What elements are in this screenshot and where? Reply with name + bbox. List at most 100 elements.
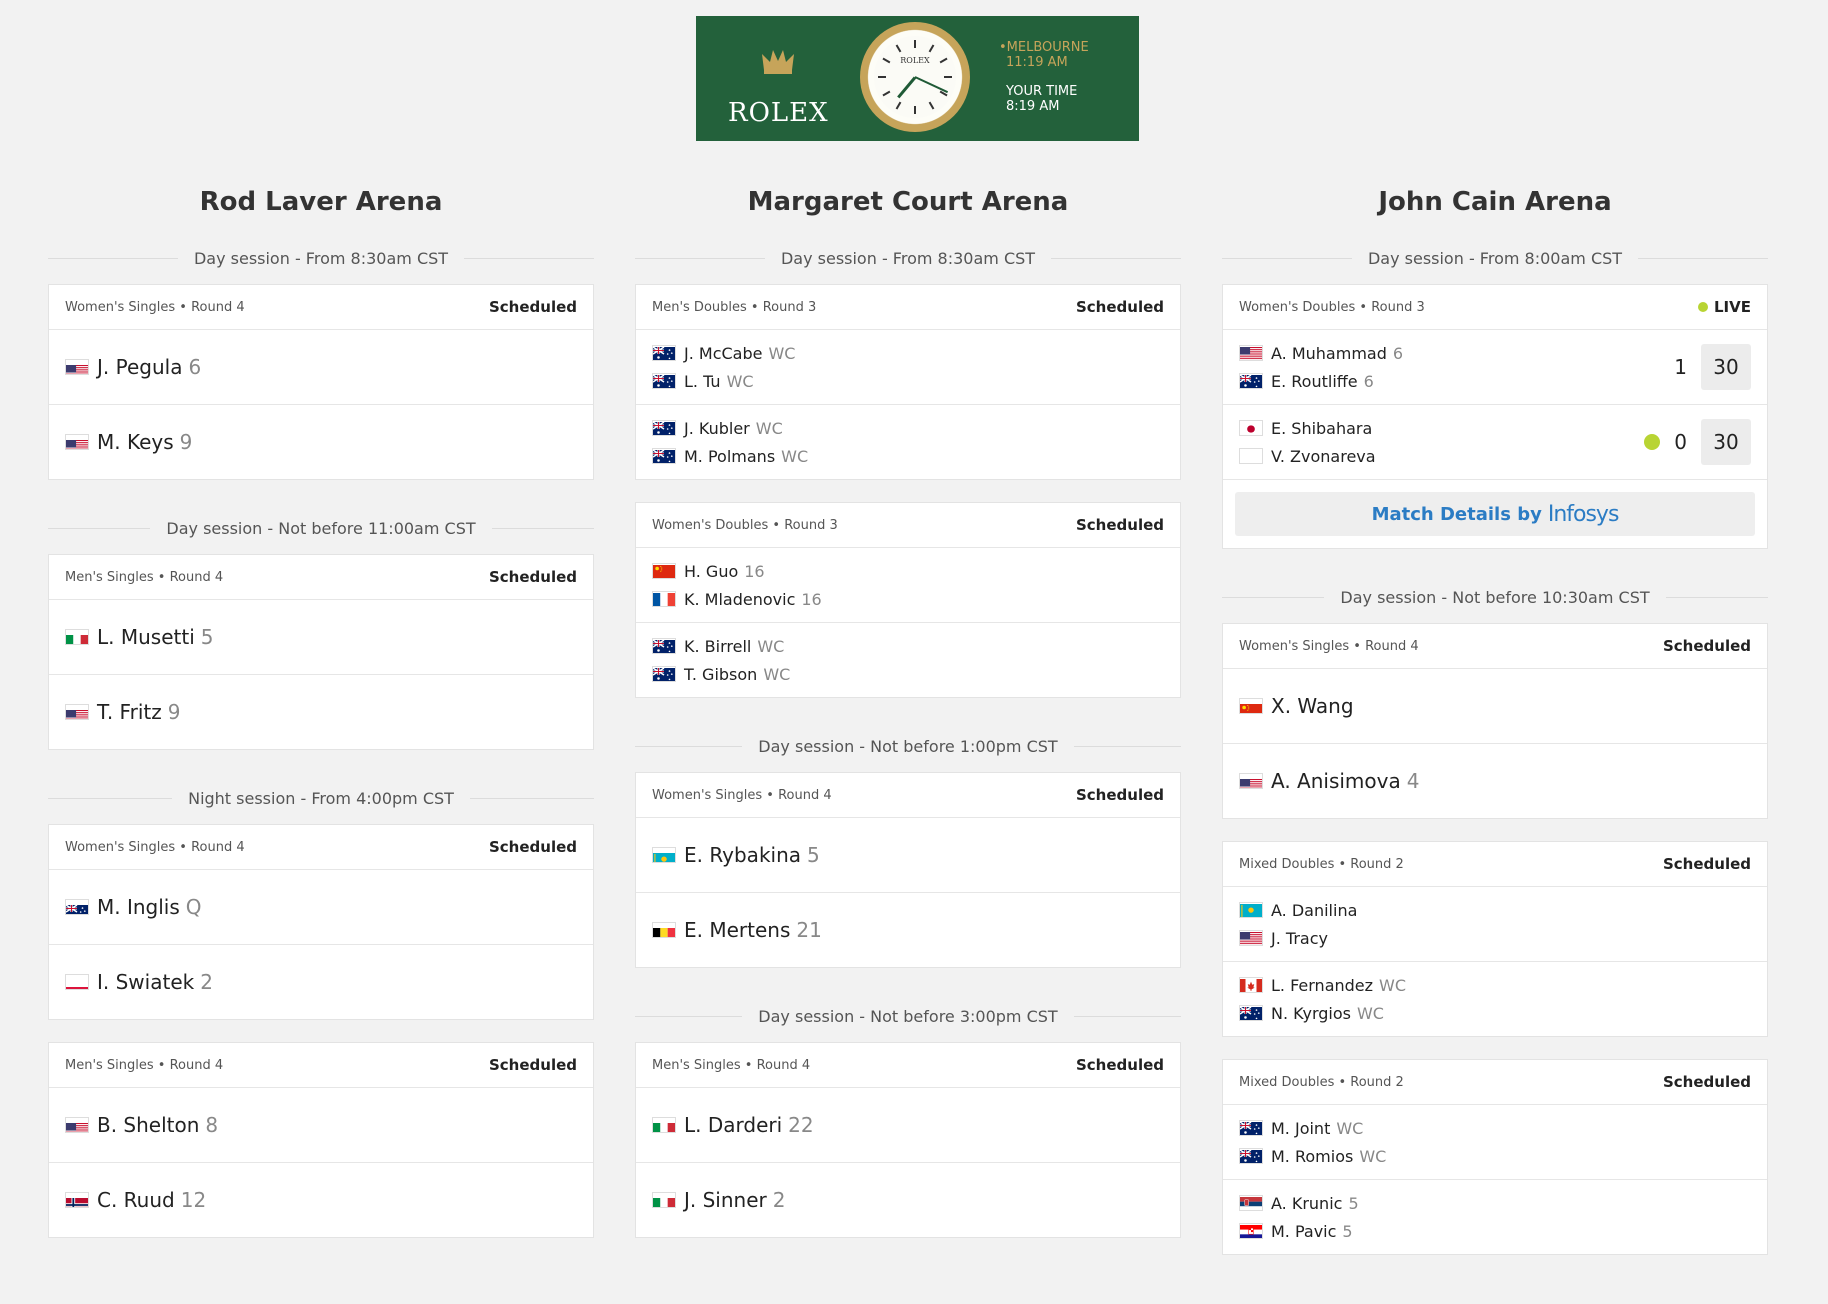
player-e-routliffe[interactable]: E. Routliffe 6 bbox=[1239, 367, 1674, 395]
player-name[interactable]: A. Anisimova bbox=[1271, 769, 1401, 793]
team-row[interactable]: C. Ruud 12 bbox=[49, 1163, 593, 1237]
team-row[interactable]: A. Anisimova 4 bbox=[1223, 744, 1767, 818]
match-card[interactable]: Women's Singles • Round 4 Scheduled X. Wan… bbox=[1222, 623, 1768, 819]
player-l-tu[interactable]: L. Tu WC bbox=[652, 367, 1164, 395]
player-name[interactable]: M. Romios bbox=[1271, 1147, 1353, 1166]
match-card[interactable]: Men's Singles • Round 4 Scheduled B. Shelt… bbox=[48, 1042, 594, 1238]
match-card[interactable]: Mixed Doubles • Round 2 Scheduled A. Danil… bbox=[1222, 841, 1768, 1037]
player-name[interactable]: L. Fernandez bbox=[1271, 976, 1373, 995]
player-m-pavic[interactable]: M. Pavic 5 bbox=[1239, 1217, 1751, 1245]
player-name[interactable]: M. Inglis bbox=[97, 895, 180, 919]
team-row[interactable]: H. Guo 16 K. Mladenovic 16 bbox=[636, 548, 1180, 623]
player-c-ruud[interactable]: C. Ruud 12 bbox=[65, 1186, 577, 1214]
player-name[interactable]: J. Sinner bbox=[684, 1188, 767, 1212]
player-t-fritz[interactable]: T. Fritz 9 bbox=[65, 698, 577, 726]
player-name[interactable]: E. Rybakina bbox=[684, 843, 801, 867]
team-row[interactable]: A. Krunic 5 M. Pavic 5 bbox=[1223, 1180, 1767, 1254]
team-row[interactable]: A. Muhammad 6 E. Routliffe 6 1 30 bbox=[1223, 330, 1767, 405]
player-name[interactable]: M. Polmans bbox=[684, 447, 775, 466]
player-name[interactable]: V. Zvonareva bbox=[1271, 447, 1376, 466]
player-name[interactable]: M. Pavic bbox=[1271, 1222, 1336, 1241]
player-name[interactable]: B. Shelton bbox=[97, 1113, 199, 1137]
player-m-romios[interactable]: M. Romios WC bbox=[1239, 1142, 1751, 1170]
player-k-birrell[interactable]: K. Birrell WC bbox=[652, 632, 1164, 660]
team-row[interactable]: J. Pegula 6 bbox=[49, 330, 593, 405]
player-m-keys[interactable]: M. Keys 9 bbox=[65, 428, 577, 456]
match-card[interactable]: Women's Singles • Round 4 Scheduled J. Peg… bbox=[48, 284, 594, 480]
match-card[interactable]: Women's Doubles • Round 3 Scheduled H. Guo… bbox=[635, 502, 1181, 698]
player-name[interactable]: K. Birrell bbox=[684, 637, 751, 656]
team-row[interactable]: L. Musetti 5 bbox=[49, 600, 593, 675]
player-name[interactable]: A. Danilina bbox=[1271, 901, 1357, 920]
player-name[interactable]: L. Darderi bbox=[684, 1113, 782, 1137]
player-name[interactable]: E. Shibahara bbox=[1271, 419, 1372, 438]
player-m-polmans[interactable]: M. Polmans WC bbox=[652, 442, 1164, 470]
player-name[interactable]: J. McCabe bbox=[684, 344, 762, 363]
team-row[interactable]: J. Kubler WC M. Polmans WC bbox=[636, 405, 1180, 479]
team-row[interactable]: J. Sinner 2 bbox=[636, 1163, 1180, 1237]
player-v-zvonareva[interactable]: V. Zvonareva bbox=[1239, 442, 1644, 470]
player-name[interactable]: E. Routliffe bbox=[1271, 372, 1358, 391]
team-row[interactable]: A. Danilina J. Tracy bbox=[1223, 887, 1767, 962]
match-card[interactable]: Men's Singles • Round 4 Scheduled L. Darde… bbox=[635, 1042, 1181, 1238]
player-name[interactable]: M. Keys bbox=[97, 430, 174, 454]
player-l-fernandez[interactable]: L. Fernandez WC bbox=[1239, 971, 1751, 999]
player-l-musetti[interactable]: L. Musetti 5 bbox=[65, 623, 577, 651]
player-a-muhammad[interactable]: A. Muhammad 6 bbox=[1239, 339, 1674, 367]
team-row[interactable]: M. Joint WC M. Romios WC bbox=[1223, 1105, 1767, 1180]
player-name[interactable]: N. Kyrgios bbox=[1271, 1004, 1351, 1023]
player-j-mccabe[interactable]: J. McCabe WC bbox=[652, 339, 1164, 367]
player-n-kyrgios[interactable]: N. Kyrgios WC bbox=[1239, 999, 1751, 1027]
team-row[interactable]: B. Shelton 8 bbox=[49, 1088, 593, 1163]
match-card[interactable]: Men's Doubles • Round 3 Scheduled J. McCab… bbox=[635, 284, 1181, 480]
player-e-shibahara[interactable]: E. Shibahara bbox=[1239, 414, 1644, 442]
player-l-darderi[interactable]: L. Darderi 22 bbox=[652, 1111, 1164, 1139]
player-b-shelton[interactable]: B. Shelton 8 bbox=[65, 1111, 577, 1139]
match-details-button[interactable]: Match Details by Infosys bbox=[1235, 492, 1755, 536]
player-t-gibson[interactable]: T. Gibson WC bbox=[652, 660, 1164, 688]
match-card[interactable]: Men's Singles • Round 4 Scheduled L. Muset… bbox=[48, 554, 594, 750]
player-i-swiatek[interactable]: I. Swiatek 2 bbox=[65, 968, 577, 996]
player-a-krunic[interactable]: A. Krunic 5 bbox=[1239, 1189, 1751, 1217]
team-row[interactable]: E. Rybakina 5 bbox=[636, 818, 1180, 893]
player-name[interactable]: X. Wang bbox=[1271, 694, 1354, 718]
player-name[interactable]: L. Tu bbox=[684, 372, 721, 391]
player-j-sinner[interactable]: J. Sinner 2 bbox=[652, 1186, 1164, 1214]
player-name[interactable]: J. Pegula bbox=[97, 355, 182, 379]
team-row[interactable]: T. Fritz 9 bbox=[49, 675, 593, 749]
player-e-rybakina[interactable]: E. Rybakina 5 bbox=[652, 841, 1164, 869]
player-name[interactable]: J. Tracy bbox=[1271, 929, 1328, 948]
rolex-banner[interactable]: ROLEX ROLEX •MELBOURNE 11:19 AM YOUR TIM… bbox=[696, 16, 1139, 141]
match-card[interactable]: Women's Doubles • Round 3 LIVE A. Muhammad… bbox=[1222, 284, 1768, 549]
player-k-mladenovic[interactable]: K. Mladenovic 16 bbox=[652, 585, 1164, 613]
team-row[interactable]: J. McCabe WC L. Tu WC bbox=[636, 330, 1180, 405]
team-row[interactable]: I. Swiatek 2 bbox=[49, 945, 593, 1019]
player-name[interactable]: C. Ruud bbox=[97, 1188, 175, 1212]
player-name[interactable]: I. Swiatek bbox=[97, 970, 194, 994]
team-row[interactable]: L. Fernandez WC N. Kyrgios WC bbox=[1223, 962, 1767, 1036]
match-card[interactable]: Women's Singles • Round 4 Scheduled M. Ing… bbox=[48, 824, 594, 1020]
team-row[interactable]: M. Keys 9 bbox=[49, 405, 593, 479]
player-name[interactable]: A. Krunic bbox=[1271, 1194, 1342, 1213]
match-card[interactable]: Women's Singles • Round 4 Scheduled E. Ryb… bbox=[635, 772, 1181, 968]
team-row[interactable]: E. Shibahara V. Zvonareva 0 30 bbox=[1223, 405, 1767, 480]
player-h-guo[interactable]: H. Guo 16 bbox=[652, 557, 1164, 585]
player-e-mertens[interactable]: E. Mertens 21 bbox=[652, 916, 1164, 944]
player-name[interactable]: L. Musetti bbox=[97, 625, 195, 649]
player-j-tracy[interactable]: J. Tracy bbox=[1239, 924, 1751, 952]
player-name[interactable]: K. Mladenovic bbox=[684, 590, 795, 609]
player-name[interactable]: H. Guo bbox=[684, 562, 738, 581]
player-a-danilina[interactable]: A. Danilina bbox=[1239, 896, 1751, 924]
team-row[interactable]: L. Darderi 22 bbox=[636, 1088, 1180, 1163]
player-name[interactable]: A. Muhammad bbox=[1271, 344, 1387, 363]
team-row[interactable]: K. Birrell WC T. Gibson WC bbox=[636, 623, 1180, 697]
player-a-anisimova[interactable]: A. Anisimova 4 bbox=[1239, 767, 1751, 795]
player-m-joint[interactable]: M. Joint WC bbox=[1239, 1114, 1751, 1142]
player-j-kubler[interactable]: J. Kubler WC bbox=[652, 414, 1164, 442]
player-m-inglis[interactable]: M. Inglis Q bbox=[65, 893, 577, 921]
player-j-pegula[interactable]: J. Pegula 6 bbox=[65, 353, 577, 381]
player-x-wang[interactable]: X. Wang bbox=[1239, 692, 1751, 720]
player-name[interactable]: T. Gibson bbox=[684, 665, 757, 684]
player-name[interactable]: J. Kubler bbox=[684, 419, 750, 438]
player-name[interactable]: M. Joint bbox=[1271, 1119, 1330, 1138]
